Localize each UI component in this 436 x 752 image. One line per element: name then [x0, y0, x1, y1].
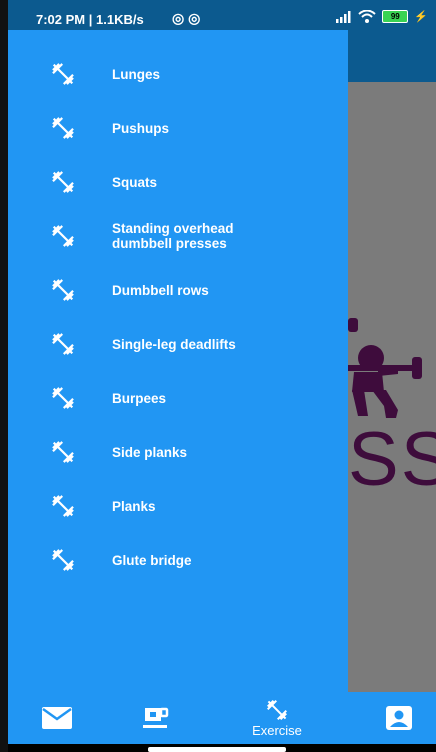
drawer-item-label: Standing overhead dumbbell presses: [112, 221, 234, 251]
dumbbell-icon: [52, 495, 74, 517]
battery-icon: 99: [382, 10, 409, 23]
dumbbell-icon: [52, 279, 74, 301]
dumbbell-icon: [52, 63, 74, 85]
dumbbell-icon: [52, 225, 74, 247]
drawer-item-label: Planks: [112, 498, 156, 514]
drawer-item[interactable]: Dumbbell rows: [8, 263, 348, 317]
nav-profile-button[interactable]: [378, 692, 420, 744]
drawer-item-label: Glute bridge: [112, 552, 192, 568]
drawer-item[interactable]: Lunges: [8, 47, 348, 101]
nav-mail-button[interactable]: [34, 692, 80, 744]
drawer-item-label: Single-leg deadlifts: [112, 336, 236, 352]
signal-icon: [336, 10, 351, 23]
coffee-cup-icon: [143, 707, 169, 728]
dumbbell-icon: [52, 549, 74, 571]
drawer-item[interactable]: Pushups: [8, 101, 348, 155]
drawer-item[interactable]: Glute bridge: [8, 533, 348, 587]
dumbbell-icon: [52, 387, 74, 409]
dumbbell-icon: [52, 117, 74, 139]
drawer-item[interactable]: Side planks: [8, 425, 348, 479]
drawer-item[interactable]: Squats: [8, 155, 348, 209]
drawer-item-label: Lunges: [112, 66, 161, 82]
dumbbell-icon: [267, 700, 287, 720]
nav-coffee-button[interactable]: [133, 692, 179, 744]
drawer-item[interactable]: Standing overhead dumbbell presses: [8, 209, 348, 263]
drawer-item[interactable]: Planks: [8, 479, 348, 533]
logo-text: SS: [348, 417, 436, 491]
dumbbell-icon: [52, 441, 74, 463]
drawer-item-label: Burpees: [112, 390, 167, 406]
drawer-item-label: Dumbbell rows: [112, 282, 209, 298]
wifi-icon: [358, 10, 376, 23]
mail-icon: [42, 707, 72, 729]
nav-exercise-label: Exercise: [252, 723, 302, 738]
home-indicator: [148, 747, 286, 752]
nav-exercise-button[interactable]: Exercise: [240, 692, 314, 744]
dumbbell-icon: [52, 333, 74, 355]
drawer-item-label: Pushups: [112, 120, 170, 136]
status-time-speed: 7:02 PM | 1.1KB/s: [36, 12, 144, 27]
drawer-item[interactable]: Single-leg deadlifts: [8, 317, 348, 371]
drawer-item-label: Squats: [112, 174, 158, 190]
bottom-navigation: Exercise: [8, 692, 436, 744]
screen-edge: [0, 0, 8, 752]
fitness-logo: SS: [338, 310, 436, 490]
drawer-item-label: Side planks: [112, 444, 188, 460]
dumbbell-icon: [52, 171, 74, 193]
charging-icon: ⚡: [414, 11, 428, 23]
drawer-item[interactable]: Burpees: [8, 371, 348, 425]
navigation-drawer: Lunges Pushups Squats Standing overhead …: [8, 30, 348, 692]
sync-icons: ◎ ◎: [172, 10, 201, 26]
profile-icon: [386, 706, 412, 730]
weightlifter-icon: [344, 318, 422, 418]
status-icons: 99 ⚡: [336, 10, 428, 23]
